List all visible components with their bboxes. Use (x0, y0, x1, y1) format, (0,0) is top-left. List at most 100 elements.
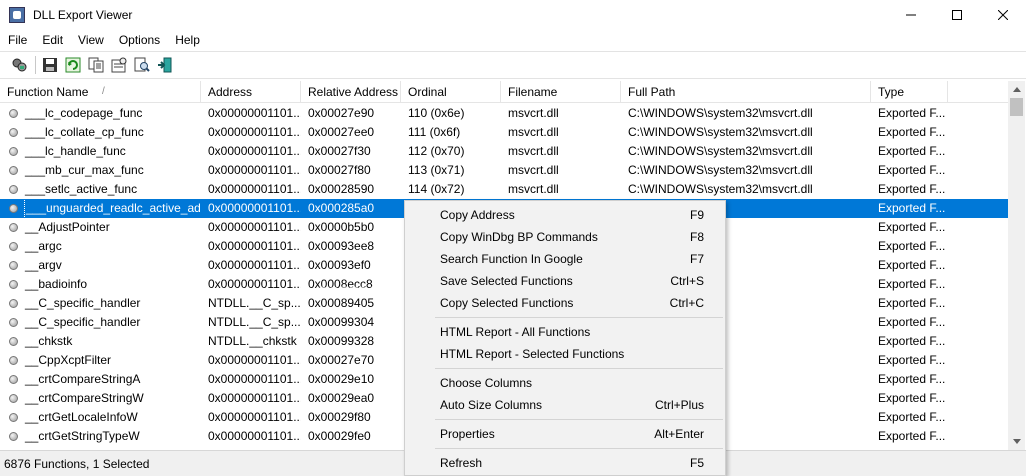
context-menu-item[interactable]: Save Selected Functions Ctrl+S (405, 270, 725, 292)
ordinal-cell: 113 (0x71) (408, 163, 465, 177)
search-dlls-button[interactable] (10, 56, 29, 75)
filename-cell: msvcrt.dll (508, 163, 559, 177)
function-name-cell: ___lc_handle_func (0, 142, 201, 161)
table-row[interactable]: ___mb_cur_max_func 0x00000001101... 0x0002… (0, 161, 1008, 180)
scroll-down-button[interactable] (1008, 433, 1025, 450)
scroll-thumb[interactable] (1010, 98, 1023, 116)
table-row[interactable]: ___lc_codepage_func 0x00000001101... 0x000… (0, 104, 1008, 123)
function-name-cell: ___lc_codepage_func (0, 104, 201, 123)
address-cell: NTDLL.__C_sp... (208, 315, 301, 329)
type-cell: Exported F... (878, 144, 946, 158)
function-name-text: __CppXcptFilter (25, 353, 112, 367)
relative-address-cell: 0x00099304 (308, 315, 375, 329)
function-name-text: ___mb_cur_max_func (25, 163, 144, 177)
address-cell: 0x00000001101... (208, 125, 301, 139)
copy-icon (88, 57, 103, 73)
column-relative-address[interactable]: Relative Address (301, 81, 401, 103)
context-menu-item[interactable]: HTML Report - Selected Functions (405, 343, 725, 365)
properties-button[interactable] (109, 56, 128, 75)
toolbar (0, 51, 1026, 79)
menu-view[interactable]: View (70, 30, 111, 50)
address-cell: 0x00000001101... (208, 239, 301, 253)
type-cell: Exported F... (878, 410, 946, 424)
table-row[interactable]: ___lc_handle_func 0x00000001101... 0x00027… (0, 142, 1008, 161)
context-menu-item[interactable]: Search Function In Google F7 (405, 248, 725, 270)
close-button[interactable] (980, 0, 1026, 30)
column-address[interactable]: Address (201, 81, 301, 103)
minimize-button[interactable] (888, 0, 934, 30)
search-dlls-icon (12, 58, 27, 71)
ordinal-cell: 114 (0x72) (408, 182, 465, 196)
window-title: DLL Export Viewer (33, 8, 133, 22)
table-row[interactable]: ___lc_collate_cp_func 0x00000001101... 0x0… (0, 123, 1008, 142)
function-icon (9, 356, 18, 365)
column-type[interactable]: Type (871, 81, 948, 103)
title-bar: DLL Export Viewer (0, 0, 1026, 30)
type-cell: Exported F... (878, 391, 946, 405)
column-function-name[interactable]: Function Name / (0, 81, 201, 103)
function-icon (9, 413, 18, 422)
function-icon (9, 299, 18, 308)
menu-separator (435, 368, 723, 369)
save-button[interactable] (40, 56, 59, 75)
function-icon (9, 318, 18, 327)
type-cell: Exported F... (871, 199, 948, 218)
function-name-text: ___lc_collate_cp_func (25, 125, 144, 139)
type-cell: Exported F... (878, 106, 946, 120)
column-ordinal[interactable]: Ordinal (401, 81, 501, 103)
maximize-button[interactable] (934, 0, 980, 30)
relative-address-cell: 0x0000b5b0 (308, 220, 375, 234)
find-button[interactable] (132, 56, 151, 75)
refresh-button[interactable] (63, 56, 82, 75)
window-controls (888, 0, 1026, 30)
address-cell: 0x00000001101... (208, 220, 301, 234)
menu-separator (435, 317, 723, 318)
address-cell: 0x00000001101... (208, 106, 301, 120)
find-icon (134, 57, 150, 72)
copy-button[interactable] (86, 56, 105, 75)
app-icon[interactable] (9, 7, 25, 23)
relative-address-cell: 0x00029ea0 (308, 391, 375, 405)
menu-separator (435, 419, 723, 420)
context-menu-item[interactable]: Properties Alt+Enter (405, 423, 725, 445)
menu-options[interactable]: Options (111, 30, 167, 50)
context-menu-item[interactable]: HTML Report - All Functions (405, 321, 725, 343)
column-full-path[interactable]: Full Path (621, 81, 871, 103)
exit-button[interactable] (155, 56, 174, 75)
context-menu: Copy Address F9 Copy WinDbg BP Commands F8 S… (404, 200, 726, 476)
filler-cell (948, 180, 1008, 199)
relative-address-cell: 0x00029fe0 (308, 429, 371, 443)
function-icon (9, 261, 18, 270)
function-icon (9, 147, 18, 156)
context-menu-item[interactable]: Refresh F5 (405, 452, 725, 474)
filler-cell (948, 275, 1008, 294)
address-cell: NTDLL.__C_sp... (208, 296, 301, 310)
relative-address-cell: 0x000285a0 (301, 199, 401, 218)
filler-cell (948, 332, 1008, 351)
context-menu-item[interactable]: Choose Columns (405, 372, 725, 394)
function-name-cell: __argc (0, 237, 201, 256)
filler-cell (948, 218, 1008, 237)
exit-icon (157, 57, 171, 73)
vertical-scrollbar[interactable] (1008, 81, 1025, 450)
column-filename[interactable]: Filename (501, 81, 621, 103)
table-row[interactable]: ___setlc_active_func 0x00000001101... 0x00… (0, 180, 1008, 199)
context-menu-item[interactable]: Copy Address F9 (405, 204, 725, 226)
menu-item-label: Copy Address (440, 208, 515, 222)
address-cell: 0x00000001101... (208, 182, 301, 196)
menu-help[interactable]: Help (167, 30, 207, 50)
filler-cell (948, 123, 1008, 142)
menu-item-shortcut: F5 (689, 456, 704, 470)
filler-cell (948, 389, 1008, 408)
context-menu-item[interactable]: Auto Size Columns Ctrl+Plus (405, 394, 725, 416)
context-menu-item[interactable]: Copy WinDbg BP Commands F8 (405, 226, 725, 248)
relative-address-cell: 0x00027e70 (308, 353, 375, 367)
menu-edit[interactable]: Edit (34, 30, 70, 50)
scroll-up-button[interactable] (1008, 81, 1025, 98)
menu-separator (435, 448, 723, 449)
function-name-text: ___lc_codepage_func (25, 106, 143, 120)
context-menu-item[interactable]: Copy Selected Functions Ctrl+C (405, 292, 725, 314)
address-cell: 0x00000001101... (208, 410, 301, 424)
menu-file[interactable]: File (0, 30, 34, 50)
type-cell: Exported F... (878, 334, 946, 348)
